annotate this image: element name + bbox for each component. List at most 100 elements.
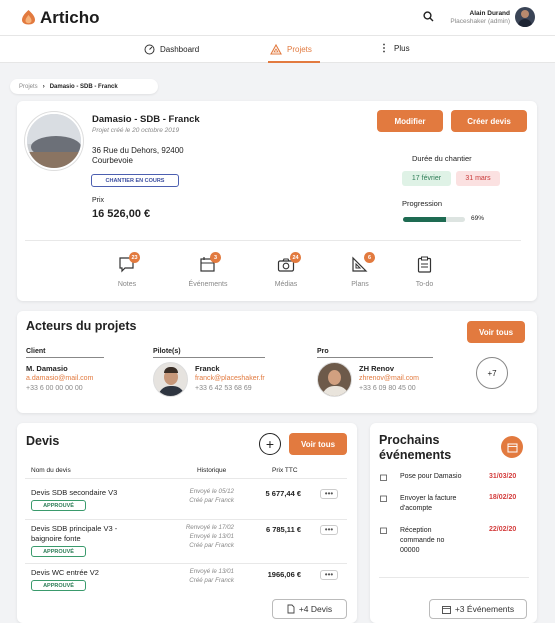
end-date-chip: 31 mars: [456, 171, 500, 186]
approved-badge: APPROUVÉ: [31, 500, 86, 511]
approved-badge: APPROUVÉ: [31, 580, 86, 591]
tool-label: Plans: [351, 281, 369, 288]
more-actors-button[interactable]: +7: [476, 357, 508, 389]
client-name: M. Damasio: [26, 364, 68, 373]
create-quote-button[interactable]: Créer devis: [451, 110, 527, 132]
quote-price: 1966,06 €: [267, 570, 301, 579]
events-title-line1: Prochains: [379, 433, 440, 447]
quotes-card: Devis + Voir tous Nom du devis Historiqu…: [17, 423, 357, 623]
more-events-label: +3 Événements: [454, 604, 515, 614]
nav-item-projets[interactable]: Projets: [270, 44, 312, 55]
tool-label: Événements: [188, 281, 228, 288]
project-address-line1: 36 Rue du Dehors, 92400: [92, 146, 184, 155]
calendar-small-icon: [380, 527, 387, 534]
pilot-phone[interactable]: +33 6 42 53 68 69: [195, 385, 252, 392]
tool-label: Médias: [274, 281, 298, 288]
pro-phone[interactable]: +33 6 09 80 45 00: [359, 385, 416, 392]
quote-history: Créé par Franck: [189, 577, 234, 584]
articho-logo-icon: [22, 10, 35, 25]
events-count: 3: [210, 252, 221, 263]
divider: [25, 478, 347, 479]
project-title: Damasio - SDB - Franck: [92, 114, 200, 125]
nav-item-dashboard[interactable]: Dashboard: [144, 44, 199, 55]
quote-row[interactable]: Devis SDB principale V3 - baignoire font…: [25, 521, 347, 563]
tool-notes[interactable]: 23 Notes: [110, 252, 150, 292]
pilot-name: Franck: [195, 364, 220, 373]
tool-todo[interactable]: To-do: [409, 252, 449, 292]
breadcrumb-root[interactable]: Projets: [19, 84, 38, 90]
progress-fill: [403, 217, 446, 222]
more-options-icon[interactable]: •••: [320, 489, 338, 499]
tool-label: To-do: [415, 281, 434, 288]
more-options-icon[interactable]: •••: [320, 570, 338, 580]
progress-bar: [403, 217, 465, 222]
main-nav: Dashboard Projets ⋮ Plus: [0, 35, 555, 63]
project-created: Projet créé le 20 octobre 2019: [92, 127, 180, 134]
quote-history: Envoyé le 05/12: [189, 488, 234, 495]
pro-email[interactable]: zhrenov@mail.com: [359, 375, 419, 382]
calendar-icon: [507, 443, 517, 452]
calendar-small-icon: [380, 495, 387, 502]
progress-label: Progression: [402, 199, 443, 208]
project-card: Damasio - SDB - Franck Projet créé le 20…: [17, 101, 537, 301]
client-phone[interactable]: +33 6 00 00 00 00: [26, 385, 83, 392]
app-header: Articho Alain Durand Placeshaker (admin): [0, 0, 555, 35]
active-tab-indicator: [268, 61, 320, 63]
user-company: Placeshaker (admin): [450, 18, 510, 25]
events-calendar-button[interactable]: [501, 436, 523, 458]
divider: [25, 240, 521, 241]
pilot-avatar[interactable]: [153, 362, 188, 397]
event-item[interactable]: Pose pour Damasio 31/03/20: [379, 473, 529, 487]
duration-label: Durée du chantier: [412, 154, 472, 163]
event-item[interactable]: Envoyer la facture d'acompte 18/02/20: [379, 494, 529, 518]
actors-see-all-button[interactable]: Voir tous: [467, 321, 525, 343]
breadcrumb-current: Damasio - SDB - Franck: [49, 83, 118, 90]
project-status-badge: CHANTIER EN COURS: [91, 174, 179, 187]
nav-item-plus[interactable]: ⋮ Plus: [379, 42, 410, 54]
event-date: 31/03/20: [489, 473, 517, 480]
tool-events[interactable]: 3 Événements: [185, 252, 235, 292]
pilot-email[interactable]: franck@placeshaker.fr: [195, 375, 265, 382]
quotes-see-all-button[interactable]: Voir tous: [289, 433, 347, 455]
divider: [25, 563, 347, 564]
calendar-small-icon: [380, 474, 387, 481]
add-quote-icon[interactable]: +: [259, 433, 281, 455]
more-vertical-icon: ⋮: [379, 42, 389, 54]
quote-row[interactable]: Devis WC entrée V2 APPROUVÉ Envoyé le 13…: [25, 565, 347, 597]
project-price: 16 526,00 €: [92, 208, 151, 220]
quote-name: Devis WC entrée V2: [31, 568, 99, 577]
tool-plans[interactable]: 6 Plans: [344, 252, 384, 292]
client-email[interactable]: a.damasio@mail.com: [26, 375, 93, 382]
actors-title: Acteurs du projets: [26, 319, 137, 333]
quote-name: Devis SDB principale V3 - baignoire font…: [31, 524, 118, 543]
more-events-button[interactable]: +3 Événements: [429, 599, 527, 619]
tool-media[interactable]: 24 Médias: [270, 252, 310, 292]
quote-history: Envoyé le 13/01: [189, 533, 234, 540]
events-title-line2: événements: [379, 448, 452, 462]
divider: [153, 357, 265, 358]
price-label: Prix: [92, 197, 105, 204]
app-name[interactable]: Articho: [40, 8, 100, 28]
quote-history: Envoyé le 13/01: [189, 568, 234, 575]
event-date: 22/02/20: [489, 526, 517, 533]
more-quotes-button[interactable]: +4 Devis: [272, 599, 347, 619]
event-date: 18/02/20: [489, 494, 517, 501]
more-options-icon[interactable]: •••: [320, 525, 338, 535]
event-item[interactable]: Réception commande no 00000 22/02/20: [379, 526, 529, 558]
quote-name: Devis SDB secondaire V3: [31, 488, 118, 497]
event-label: Pose pour Damasio: [400, 473, 462, 480]
user-name: Alain Durand: [469, 10, 510, 17]
modify-button[interactable]: Modifier: [377, 110, 443, 132]
quote-history: Créé par Franck: [189, 497, 234, 504]
quote-row[interactable]: Devis SDB secondaire V3 APPROUVÉ Envoyé …: [25, 483, 347, 517]
user-avatar[interactable]: [515, 7, 535, 27]
more-quotes-label: +4 Devis: [298, 604, 333, 614]
chevron-right-icon: ›: [42, 83, 45, 90]
col-quote-name: Nom du devis: [31, 467, 71, 474]
divider: [379, 577, 529, 578]
nav-label: Plus: [394, 44, 410, 53]
media-count: 24: [290, 252, 301, 263]
pro-avatar[interactable]: [317, 362, 352, 397]
event-label: Envoyer la facture d'acompte: [400, 495, 457, 512]
breadcrumb: Projets › Damasio - SDB - Franck: [10, 79, 158, 94]
